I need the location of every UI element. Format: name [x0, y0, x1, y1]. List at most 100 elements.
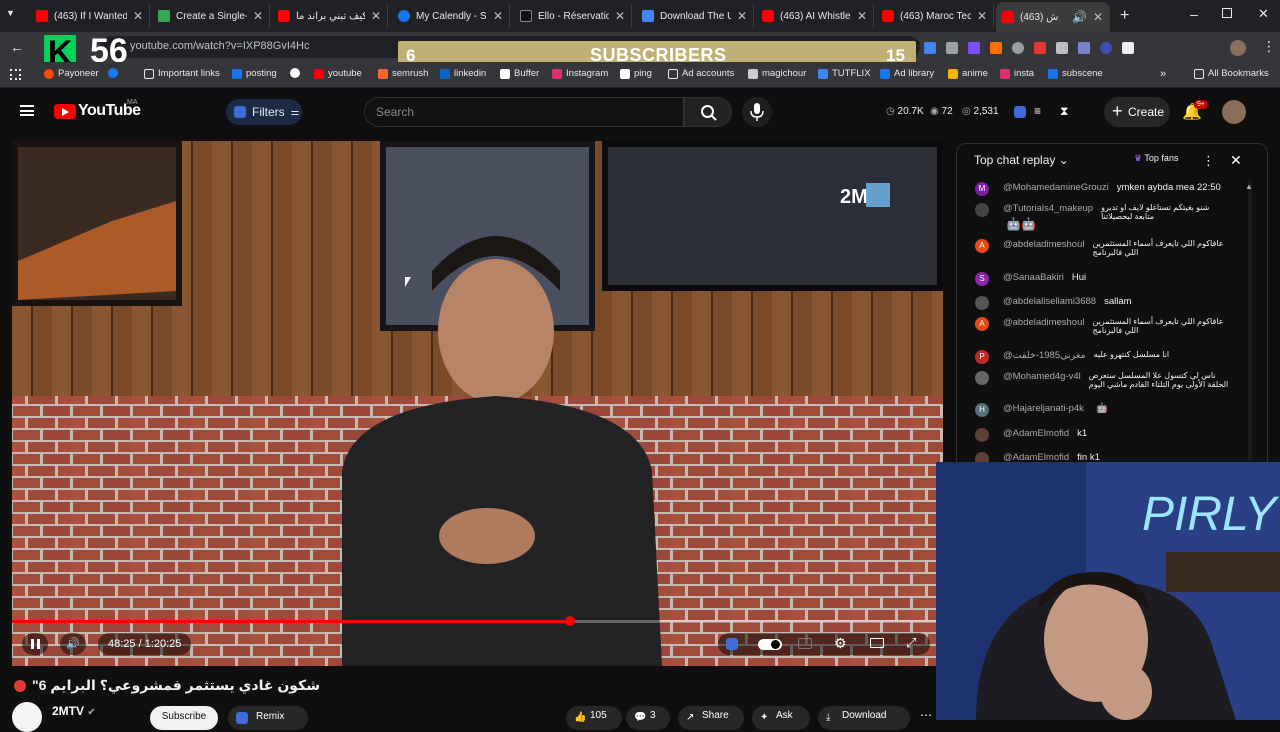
- browser-tab-active[interactable]: (463) ش 🔊 ✕: [996, 2, 1110, 32]
- extension-icon[interactable]: [1012, 42, 1024, 54]
- close-tab-icon[interactable]: ✕: [133, 9, 143, 23]
- puzzle-icon[interactable]: [1122, 42, 1134, 54]
- browser-tab[interactable]: Download The U ✕: [636, 4, 754, 28]
- filters-button[interactable]: Filters ⚌: [226, 99, 302, 125]
- chat-title-dropdown[interactable]: Top chat replay ⌄: [974, 153, 1069, 167]
- chat-message: M @MohamedamineGrouzi ymken aybda mea 22:5…: [975, 182, 1230, 196]
- tab-search-button[interactable]: ▼: [6, 8, 24, 24]
- back-button[interactable]: ←: [10, 39, 24, 55]
- browser-tab[interactable]: كيف تبني براند ما ✕: [272, 4, 388, 28]
- browser-tab[interactable]: (463) Maroc Tech ✕: [876, 4, 994, 28]
- bookmark[interactable]: Ad library: [880, 68, 934, 79]
- extension-icon[interactable]: [1100, 42, 1112, 54]
- browser-tab[interactable]: (463) AI Whistleb ✕: [756, 4, 874, 28]
- bookmark[interactable]: [290, 68, 304, 78]
- url-text[interactable]: youtube.com/watch?v=IXP88GvI4Hc: [130, 40, 309, 52]
- bookmark[interactable]: Ad accounts: [668, 68, 734, 79]
- close-window-button[interactable]: ✕: [1258, 6, 1269, 22]
- bookmark[interactable]: ping: [620, 68, 652, 79]
- time-display: 48:25 / 1:20:25: [98, 633, 192, 655]
- bookmark[interactable]: TUTFLIX: [818, 68, 871, 79]
- bookmark[interactable]: linkedin: [440, 68, 486, 79]
- channel-name[interactable]: 2MTV ✔: [52, 704, 96, 718]
- extension-tool-icon[interactable]: [1014, 106, 1026, 118]
- apps-icon[interactable]: [10, 69, 21, 80]
- extension-icon[interactable]: [968, 42, 980, 54]
- new-tab-button[interactable]: +: [1120, 7, 1129, 25]
- settings-gear-icon[interactable]: ⚙: [834, 635, 847, 652]
- search-input[interactable]: Search: [364, 97, 684, 127]
- close-chat-icon[interactable]: ✕: [1230, 152, 1242, 169]
- close-tab-icon[interactable]: ✕: [737, 9, 747, 23]
- like-button[interactable]: 👍 105: [566, 706, 622, 730]
- chat-scrollbar[interactable]: [1248, 180, 1252, 460]
- youtube-logo-icon[interactable]: [54, 104, 76, 119]
- comments-button[interactable]: 💬 3: [626, 706, 670, 730]
- minimize-button[interactable]: –: [1190, 6, 1198, 22]
- bookmark[interactable]: magichour: [748, 68, 806, 79]
- close-tab-icon[interactable]: ✕: [253, 9, 263, 23]
- subscribe-button[interactable]: Subscribe: [150, 706, 218, 730]
- subtitles-icon[interactable]: [798, 638, 812, 649]
- close-tab-icon[interactable]: ✕: [615, 9, 625, 23]
- bookmark[interactable]: Instagram: [552, 68, 608, 79]
- close-tab-icon[interactable]: ✕: [977, 9, 987, 23]
- all-bookmarks[interactable]: All Bookmarks: [1194, 68, 1269, 79]
- download-button[interactable]: ⤓ Download: [818, 706, 910, 730]
- chat-scroll-up-icon[interactable]: ▲: [1245, 182, 1253, 191]
- bookmark[interactable]: youtube: [314, 68, 362, 79]
- bookmark[interactable]: posting: [232, 68, 277, 79]
- channel-avatar[interactable]: [12, 702, 42, 732]
- close-tab-icon[interactable]: ✕: [371, 9, 381, 23]
- theater-mode-icon[interactable]: [870, 638, 884, 648]
- bookmark[interactable]: Payoneer: [44, 68, 99, 79]
- bookmark[interactable]: anime: [948, 68, 988, 79]
- extension-icon[interactable]: [1056, 42, 1068, 54]
- bookmark[interactable]: subscene: [1048, 68, 1103, 79]
- download-favicon-icon: [642, 10, 654, 22]
- menu-dots-icon[interactable]: ⋮: [1262, 38, 1276, 55]
- bookmark[interactable]: Buffer: [500, 68, 539, 79]
- semrush-icon: [378, 68, 388, 79]
- volume-button[interactable]: 🔊: [60, 633, 86, 655]
- ask-button[interactable]: ✦ Ask: [752, 706, 810, 730]
- browser-tab[interactable]: My Calendly - Sc ✕: [392, 4, 510, 28]
- user-avatar[interactable]: [1222, 100, 1246, 124]
- chat-menu-dots-icon[interactable]: ⋮: [1202, 153, 1215, 169]
- bookmark[interactable]: insta: [1000, 68, 1034, 79]
- more-bookmarks-icon[interactable]: »: [1160, 68, 1166, 80]
- close-tab-icon[interactable]: ✕: [493, 9, 503, 23]
- browser-tab[interactable]: Ello - Réservation ✕: [514, 4, 632, 28]
- list-icon[interactable]: ≡: [1034, 104, 1041, 118]
- autoplay-toggle[interactable]: [758, 639, 782, 650]
- close-tab-icon[interactable]: ✕: [857, 9, 867, 23]
- bookmark[interactable]: [108, 68, 122, 78]
- voice-search-button[interactable]: [742, 97, 772, 127]
- extension-player-icon[interactable]: [726, 638, 738, 650]
- progress-scrubber[interactable]: [565, 616, 575, 626]
- remix-icon: [236, 712, 248, 724]
- maximize-button[interactable]: [1222, 8, 1232, 18]
- pause-button[interactable]: [22, 633, 48, 655]
- remix-button[interactable]: Remix: [228, 706, 308, 730]
- extension-icon[interactable]: [1034, 42, 1046, 54]
- bookmark[interactable]: semrush: [378, 68, 428, 79]
- hourglass-icon[interactable]: ⧗: [1060, 104, 1068, 119]
- extension-icon[interactable]: [1078, 42, 1090, 54]
- browser-tab[interactable]: Create a Single- ✕: [152, 4, 270, 28]
- fullscreen-icon[interactable]: ⤢: [906, 635, 916, 651]
- extension-icon[interactable]: [990, 42, 1002, 54]
- video-player[interactable]: 2M: [12, 141, 943, 666]
- search-button[interactable]: [684, 97, 732, 127]
- audio-icon[interactable]: 🔊: [1072, 10, 1087, 24]
- share-button[interactable]: ↗ Share: [678, 706, 744, 730]
- top-fans-button[interactable]: ♛ Top fans: [1134, 153, 1178, 164]
- create-button[interactable]: + Create: [1104, 97, 1170, 127]
- profile-icon[interactable]: [1230, 40, 1246, 56]
- browser-tab[interactable]: (463) If I Wanted ✕: [30, 4, 150, 28]
- bookmark[interactable]: Important links: [144, 68, 220, 79]
- extension-icon[interactable]: [924, 42, 936, 54]
- hamburger-menu-icon[interactable]: [20, 105, 34, 116]
- close-tab-icon[interactable]: ✕: [1093, 10, 1103, 24]
- extension-icon[interactable]: [946, 42, 958, 54]
